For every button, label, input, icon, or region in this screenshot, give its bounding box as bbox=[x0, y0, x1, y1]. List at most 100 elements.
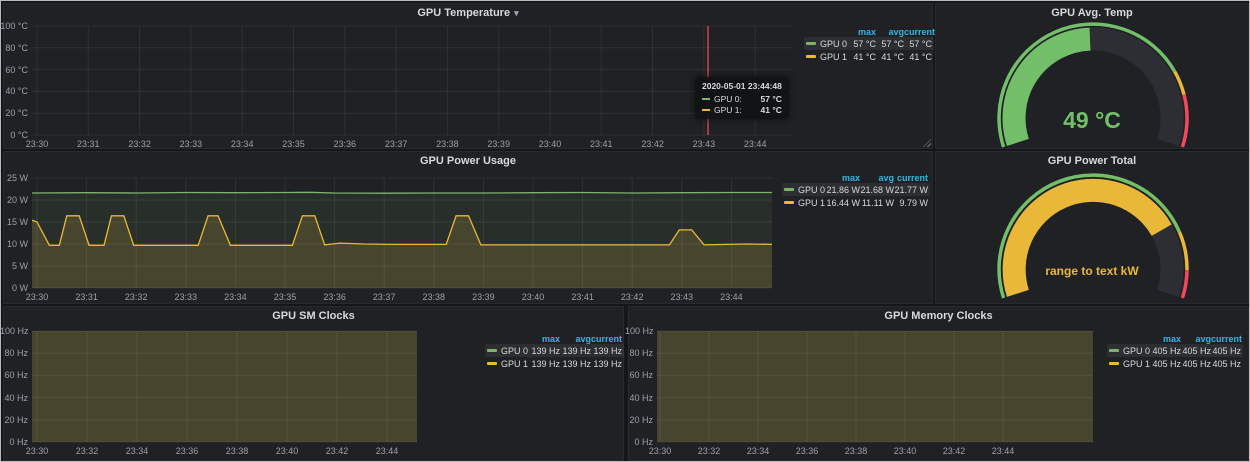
panel-title: GPU SM Clocks bbox=[272, 310, 355, 322]
x-axis-label: 23:35 bbox=[282, 139, 305, 149]
series-color-swatch[interactable] bbox=[487, 362, 497, 365]
legend-value: 21.77 W bbox=[894, 185, 928, 195]
series-color-swatch[interactable] bbox=[1109, 349, 1119, 352]
x-axis-label: 23:30 bbox=[26, 292, 49, 302]
legend-sort-max[interactable]: max bbox=[848, 27, 876, 37]
legend-header: maxavgcurrent bbox=[804, 26, 934, 37]
legend-value: 405 Hz bbox=[1181, 346, 1211, 356]
series-color-swatch[interactable] bbox=[784, 201, 794, 204]
legend-value: 41 °C bbox=[876, 52, 904, 62]
legend-header: maxavgcurrent bbox=[1107, 333, 1243, 344]
y-axis-label: 20 W bbox=[0, 195, 28, 205]
tooltip-series-name: GPU 0: bbox=[714, 94, 742, 104]
y-axis-label: 20 Hz bbox=[0, 415, 28, 425]
series-name[interactable]: GPU 1 bbox=[1123, 359, 1150, 369]
panel-header-gpu-sm-clocks[interactable]: GPU SM Clocks bbox=[4, 310, 623, 324]
legend-sort-max[interactable]: max bbox=[826, 173, 860, 183]
series-color-swatch[interactable] bbox=[487, 349, 497, 352]
x-axis-label: 23:42 bbox=[641, 139, 664, 149]
y-axis-label: 10 W bbox=[0, 239, 28, 249]
legend-sort-avg[interactable]: avg bbox=[1181, 334, 1211, 344]
x-axis-label: 23:34 bbox=[126, 446, 149, 456]
legend-value: 405 Hz bbox=[1211, 346, 1241, 356]
legend-row: GPU 141 °C41 °C41 °C bbox=[804, 50, 934, 63]
gpu-sm-clocks-chart[interactable]: 100 Hz80 Hz60 Hz40 Hz20 Hz0 Hz23:3023:32… bbox=[4, 307, 623, 460]
x-axis-label: 23:44 bbox=[744, 139, 767, 149]
series-name[interactable]: GPU 1 bbox=[501, 359, 528, 369]
x-axis-label: 23:40 bbox=[539, 139, 562, 149]
legend-sort-avg[interactable]: avg bbox=[876, 27, 904, 37]
y-axis-label: 80 °C bbox=[0, 43, 28, 53]
x-axis-label: 23:34 bbox=[747, 446, 770, 456]
y-axis-label: 40 Hz bbox=[0, 393, 28, 403]
legend-value: 139 Hz bbox=[591, 359, 622, 369]
y-axis-label: 20 Hz bbox=[625, 415, 653, 425]
series-color-swatch[interactable] bbox=[1109, 362, 1119, 365]
panel-header-gpu-temperature[interactable]: GPU Temperature▾ bbox=[4, 7, 932, 21]
series-color-swatch[interactable] bbox=[806, 55, 816, 58]
x-axis-label: 23:32 bbox=[76, 446, 99, 456]
legend-value: 139 Hz bbox=[529, 346, 560, 356]
panel-gpu-power-usage: GPU Power Usage 25 W20 W15 W10 W5 W0 W23… bbox=[3, 151, 933, 304]
legend-row: GPU 0139 Hz139 Hz139 Hz bbox=[485, 344, 624, 357]
dashboard: GPU Temperature▾ 100 °C80 °C60 °C40 °C20… bbox=[0, 0, 1250, 462]
series-name[interactable]: GPU 0 bbox=[798, 185, 825, 195]
gpu-power-usage-legend: maxavgcurrentGPU 021.86 W21.68 W21.77 WG… bbox=[782, 172, 930, 209]
series-color-swatch[interactable] bbox=[784, 188, 794, 191]
series-name[interactable]: GPU 1 bbox=[820, 52, 847, 62]
legend-sort-max[interactable]: max bbox=[529, 334, 560, 344]
series-name[interactable]: GPU 0 bbox=[501, 346, 528, 356]
x-axis-label: 23:40 bbox=[276, 446, 299, 456]
x-axis-label: 23:37 bbox=[385, 139, 408, 149]
legend-value: 11.11 W bbox=[860, 198, 894, 208]
legend-sort-max[interactable]: max bbox=[1151, 334, 1181, 344]
gpu-temperature-chart[interactable]: 100 °C80 °C60 °C40 °C20 °C0 °C23:3023:31… bbox=[4, 4, 932, 148]
legend-sort-current[interactable]: current bbox=[894, 173, 928, 183]
x-axis-label: 23:40 bbox=[894, 446, 917, 456]
tooltip-row: GPU 1:41 °C bbox=[702, 105, 782, 115]
panel-gpu-memory-clocks: GPU Memory Clocks 100 Hz80 Hz60 Hz40 Hz2… bbox=[628, 306, 1249, 461]
panel-header-gpu-avg-temp[interactable]: GPU Avg. Temp bbox=[936, 7, 1248, 21]
legend-value: 405 Hz bbox=[1151, 359, 1181, 369]
series-color-swatch[interactable] bbox=[806, 42, 816, 45]
x-axis-label: 23:44 bbox=[720, 292, 743, 302]
legend-row: GPU 057 °C57 °C57 °C bbox=[804, 37, 934, 50]
x-axis-label: 23:31 bbox=[77, 139, 100, 149]
gpu-sm-clocks-legend: maxavgcurrentGPU 0139 Hz139 Hz139 HzGPU … bbox=[485, 333, 624, 370]
y-axis-label: 0 °C bbox=[0, 130, 28, 140]
x-axis-label: 23:36 bbox=[323, 292, 346, 302]
x-axis-label: 23:44 bbox=[992, 446, 1015, 456]
x-axis-label: 23:30 bbox=[26, 139, 49, 149]
legend-value: 139 Hz bbox=[560, 346, 591, 356]
legend-value: 139 Hz bbox=[529, 359, 560, 369]
x-axis-label: 23:34 bbox=[231, 139, 254, 149]
legend-sort-avg[interactable]: avg bbox=[860, 173, 894, 183]
panel-header-gpu-memory-clocks[interactable]: GPU Memory Clocks bbox=[629, 310, 1248, 324]
series-name[interactable]: GPU 0 bbox=[820, 39, 847, 49]
y-axis-label: 0 Hz bbox=[0, 437, 28, 447]
legend-row: GPU 021.86 W21.68 W21.77 W bbox=[782, 183, 930, 196]
legend-sort-current[interactable]: current bbox=[904, 27, 932, 37]
legend-sort-current[interactable]: current bbox=[591, 334, 622, 344]
tooltip-timestamp: 2020-05-01 23:44:48 bbox=[702, 81, 782, 91]
panel-header-gpu-power-total[interactable]: GPU Power Total bbox=[936, 155, 1248, 169]
legend-sort-current[interactable]: current bbox=[1211, 334, 1241, 344]
chevron-down-icon[interactable]: ▾ bbox=[514, 8, 519, 18]
y-axis-label: 80 Hz bbox=[0, 348, 28, 358]
x-axis-label: 23:38 bbox=[845, 446, 868, 456]
legend-value: 41 °C bbox=[904, 52, 932, 62]
x-axis-label: 23:36 bbox=[176, 446, 199, 456]
x-axis-label: 23:38 bbox=[423, 292, 446, 302]
series-name[interactable]: GPU 0 bbox=[1123, 346, 1150, 356]
x-axis-label: 23:43 bbox=[693, 139, 716, 149]
panel-header-gpu-power-usage[interactable]: GPU Power Usage bbox=[4, 155, 932, 169]
legend-sort-avg[interactable]: avg bbox=[560, 334, 591, 344]
panel-title: GPU Memory Clocks bbox=[884, 310, 992, 322]
series-name[interactable]: GPU 1 bbox=[798, 198, 825, 208]
panel-title: GPU Avg. Temp bbox=[1051, 7, 1133, 19]
x-axis-label: 23:38 bbox=[226, 446, 249, 456]
gpu-memory-clocks-chart[interactable]: 100 Hz80 Hz60 Hz40 Hz20 Hz0 Hz23:3023:32… bbox=[629, 307, 1248, 460]
legend-value: 405 Hz bbox=[1181, 359, 1211, 369]
legend-value: 139 Hz bbox=[591, 346, 622, 356]
y-axis-label: 60 °C bbox=[0, 65, 28, 75]
